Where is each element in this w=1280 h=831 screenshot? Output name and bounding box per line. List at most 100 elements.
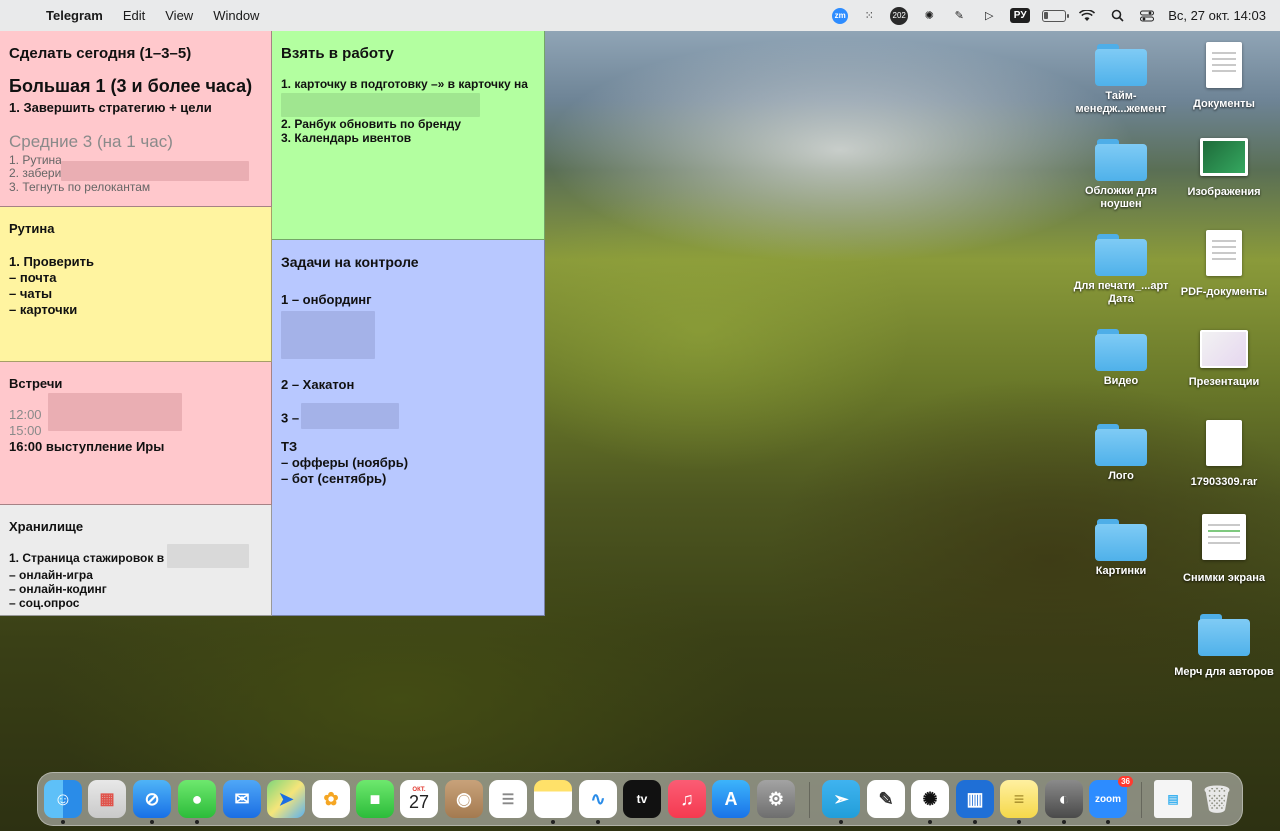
folder-icon <box>1095 519 1147 561</box>
folder-icon <box>1198 614 1250 656</box>
running-indicator <box>61 820 65 824</box>
running-indicator <box>1017 820 1021 824</box>
wifi-icon[interactable] <box>1078 7 1096 25</box>
sticky-work-item: 2. Ранбук обновить по бренду <box>281 117 462 131</box>
chatgpt-icon[interactable]: ✺ <box>911 780 949 818</box>
sticky-routine[interactable]: Рутина 1. Проверить – почта – чаты – кар… <box>0 207 272 362</box>
sticky-storage[interactable]: Хранилище 1. Страница стажировок в – онл… <box>0 505 272 616</box>
folder-icon <box>1095 234 1147 276</box>
desktop-folder-presentations[interactable]: Презентации <box>1174 326 1274 389</box>
sticky-today-mid-item-text: 2. забери <box>9 166 62 181</box>
sticky-control-tz-item: – офферы (ноябрь) <box>281 455 409 470</box>
grid-dots-icon[interactable]: ⁙ <box>860 7 878 25</box>
menu-bar: Telegram Edit View Window zm ⁙ 202 ✺ ✎ ▷… <box>0 0 1280 31</box>
desktop-folder-time-management[interactable]: Тайм-менедж...жемент <box>1071 44 1171 116</box>
sticky-work[interactable]: Взять в работу 1. карточку в подготовку … <box>272 31 545 240</box>
desktop-folder-print[interactable]: Для печати_...арт Дата <box>1071 234 1171 306</box>
sticky-control-tz-item: – бот (сентябрь) <box>281 471 387 486</box>
contacts-icon[interactable]: ◉ <box>445 780 483 818</box>
sticky-meetings[interactable]: Встречи 12:00 15:00 16:00 выступление Ир… <box>0 362 272 505</box>
search-icon[interactable] <box>1108 7 1126 25</box>
menu-app-name[interactable]: Telegram <box>46 8 103 23</box>
preview-icon[interactable]: ◐ <box>1045 780 1083 818</box>
sticky-control[interactable]: Задачи на контроле 1 – онбординг 2 – Хак… <box>272 240 545 616</box>
system-settings-icon[interactable]: ⚙ <box>757 780 795 818</box>
sticky-routine-item: – карточки <box>9 302 78 317</box>
desktop-icon-label: Тайм-менедж...жемент <box>1075 90 1167 115</box>
zoom-status-icon[interactable]: zm <box>832 7 849 24</box>
running-indicator <box>839 820 843 824</box>
notes-icon[interactable] <box>534 780 572 818</box>
desktop-folder-pdf[interactable]: PDF-документы <box>1174 230 1274 299</box>
running-indicator <box>1062 820 1066 824</box>
folder-icon <box>1095 139 1147 181</box>
music-icon[interactable]: ♫ <box>668 780 706 818</box>
desktop-folder-documents[interactable]: Документы <box>1174 42 1274 111</box>
zoom-icon[interactable]: zoom 36 <box>1089 776 1133 818</box>
desktop-folder-video[interactable]: Видео <box>1071 329 1171 388</box>
sticky-control-item: 1 – онбординг <box>281 292 372 307</box>
redacted-block <box>61 161 250 181</box>
desktop-file-rar[interactable]: 17903309.rar <box>1174 420 1274 489</box>
running-indicator <box>928 820 932 824</box>
desktop-folder-logo[interactable]: Лого <box>1071 424 1171 483</box>
archive-file-icon <box>1206 420 1242 466</box>
facetime-icon[interactable]: ■ <box>356 780 394 818</box>
dock-separator <box>809 782 810 818</box>
maps-icon[interactable]: ➤ <box>267 780 305 818</box>
menu-edit[interactable]: Edit <box>123 8 145 23</box>
folder-icon <box>1095 424 1147 466</box>
photos-icon[interactable]: ✿ <box>312 780 350 818</box>
sticky-today[interactable]: Сделать сегодня (1–3–5) Большая 1 (3 и б… <box>0 31 272 207</box>
running-indicator <box>150 820 154 824</box>
notification-count-icon[interactable]: 202 <box>890 6 909 25</box>
menubar-clock[interactable]: Вс, 27 окт. 14:03 <box>1168 8 1266 23</box>
trash-icon[interactable]: 🗑 <box>1198 780 1236 818</box>
apple-tv-label: tv <box>636 792 648 806</box>
telegram-icon[interactable]: ➣ <box>822 780 860 818</box>
folder-icon <box>1095 329 1147 371</box>
messages-icon[interactable]: ● <box>178 780 216 818</box>
downloads-stack-icon[interactable]: ▤ <box>1154 780 1192 818</box>
sticky-routine-item: 1. Проверить <box>9 254 95 269</box>
chatgpt-status-icon[interactable]: ✺ <box>920 7 938 25</box>
freeform-icon[interactable]: ∿ <box>579 780 617 818</box>
play-status-icon[interactable]: ▷ <box>980 7 998 25</box>
stickies-icon[interactable]: ≡ <box>1000 780 1038 818</box>
menu-view[interactable]: View <box>165 8 193 23</box>
reminders-icon[interactable]: ☰ <box>489 780 527 818</box>
sticky-storage-item: – соц.опрос <box>9 596 80 610</box>
apple-tv-icon[interactable]: tv <box>623 780 661 818</box>
sticky-control-tz: ТЗ <box>281 439 298 454</box>
trello-icon[interactable]: ▥ <box>956 780 994 818</box>
apple-menu-icon[interactable] <box>16 8 32 24</box>
battery-icon[interactable] <box>1042 9 1070 22</box>
desktop-icon-label: Презентации <box>1188 376 1260 388</box>
sticky-storage-item: 1. Страница стажировок в <box>9 544 262 568</box>
calendar-icon[interactable]: ОКТ. 27 <box>400 780 438 818</box>
desktop-icon-label: Мерч для авторов <box>1174 666 1274 678</box>
input-source-icon[interactable]: РУ <box>1010 8 1031 23</box>
desktop-folder-pictures[interactable]: Картинки <box>1071 519 1171 578</box>
sticky-today-big-item: 1. Завершить стратегию + цели <box>9 100 212 115</box>
desktop-folder-images[interactable]: Изображения <box>1174 134 1274 199</box>
image-thumbnail-icon <box>1200 138 1248 176</box>
feather-status-icon[interactable]: ✎ <box>950 7 968 25</box>
desktop-icon-label: Картинки <box>1095 565 1147 577</box>
running-indicator <box>195 820 199 824</box>
desktop-folder-merch[interactable]: Мерч для авторов <box>1174 614 1274 679</box>
dock: ☺ ▦ ⊘ ● ✉ ➤ ✿ ■ ОКТ. 27 ◉ ☰ ∿ tv ♫ A ⚙ ➣… <box>37 772 1243 826</box>
finder-icon[interactable]: ☺ <box>44 780 82 818</box>
desktop-folder-screenshots[interactable]: Снимки экрана <box>1174 514 1274 585</box>
feather-app-icon[interactable]: ✎ <box>867 780 905 818</box>
safari-icon[interactable]: ⊘ <box>133 780 171 818</box>
dock-separator <box>1141 782 1142 818</box>
desktop-folder-notion-covers[interactable]: Обложки для ноушен <box>1071 139 1171 211</box>
app-store-icon[interactable]: A <box>712 780 750 818</box>
menu-window[interactable]: Window <box>213 8 259 23</box>
control-center-icon[interactable] <box>1138 7 1156 25</box>
sticky-routine-item: – чаты <box>9 286 53 301</box>
mail-icon[interactable]: ✉ <box>223 780 261 818</box>
launchpad-icon[interactable]: ▦ <box>88 780 126 818</box>
sticky-control-item-text: 3 – <box>281 410 300 426</box>
